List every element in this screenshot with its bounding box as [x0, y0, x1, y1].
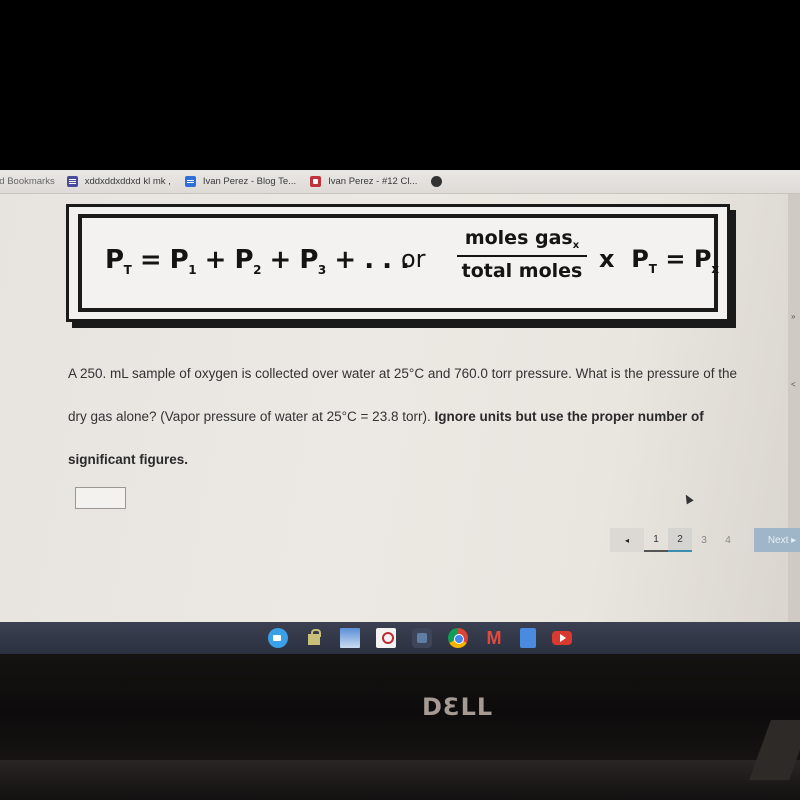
total-pressure-equation: PT = P1 + P2 + P3 + . . . [105, 245, 410, 277]
denominator: total moles [461, 260, 583, 282]
bookmark-forms[interactable]: xddxddxddxd kl mk , [66, 176, 171, 187]
bookmark-label: Ivan Perez - #12 Cl... [328, 176, 418, 187]
bookmark-blog[interactable]: Ivan Perez - Blog Te... [184, 176, 297, 187]
chromeos-shelf: M [0, 622, 800, 654]
figure-app-icon[interactable] [340, 628, 360, 648]
page-3-button[interactable]: 3 [692, 528, 716, 552]
bookmark-other-bookmarks[interactable]: ed Bookmarks [0, 176, 55, 187]
docs-icon [184, 176, 196, 187]
screencast-app-icon[interactable] [376, 628, 396, 648]
bookmark-class[interactable]: Ivan Perez - #12 Cl... [310, 176, 417, 187]
bookmark-label: xddxddxddxd kl mk , [84, 176, 171, 187]
red-app-icon [310, 176, 322, 187]
numerator: moles gasx [457, 227, 587, 257]
youtube-icon[interactable] [552, 631, 572, 645]
google-docs-icon[interactable] [520, 628, 536, 648]
bookmark-globe[interactable] [431, 176, 449, 187]
right-side-panel: » < [788, 194, 800, 634]
laptop-hinge [0, 760, 800, 800]
bookmark-label: Ivan Perez - Blog Te... [202, 176, 297, 187]
photo-background-top [0, 0, 800, 170]
bookmark-label: ed Bookmarks [0, 176, 55, 187]
dalton-law-formula: PT = P1 + P2 + P3 + . . . or moles gasx … [91, 227, 719, 291]
page-2-button[interactable]: 2 [668, 528, 692, 552]
files-app-icon[interactable] [412, 628, 432, 648]
lock-app-icon[interactable] [304, 628, 324, 648]
mole-fraction: moles gasx total moles [457, 227, 587, 282]
dell-logo: DƐLL [422, 693, 494, 721]
gmail-icon[interactable]: M [484, 628, 504, 648]
collapse-icon[interactable]: < [791, 380, 796, 389]
page-1-button[interactable]: 1 [644, 528, 668, 552]
next-button[interactable]: Next ▸ [754, 528, 800, 552]
formula-image: PT = P1 + P2 + P3 + . . . or moles gasx … [66, 204, 730, 322]
or-label: or [401, 245, 426, 273]
pagination: ◂ 1 2 3 4 Next ▸ [610, 528, 800, 552]
chrome-icon[interactable] [448, 628, 468, 648]
expand-icon[interactable]: » [791, 312, 795, 321]
page-4-button[interactable]: 4 [716, 528, 740, 552]
answer-input[interactable] [75, 487, 126, 509]
zoom-app-icon[interactable] [268, 628, 288, 648]
question-text: A 250. mL sample of oxygen is collected … [68, 352, 748, 481]
previous-page-button[interactable]: ◂ [610, 528, 644, 552]
globe-icon [431, 176, 443, 187]
bookmarks-bar: ed Bookmarks xddxddxddxd kl mk , Ivan Pe… [0, 170, 800, 194]
partial-pressure-equation: x PT = Px [599, 245, 720, 276]
forms-icon [66, 176, 78, 187]
